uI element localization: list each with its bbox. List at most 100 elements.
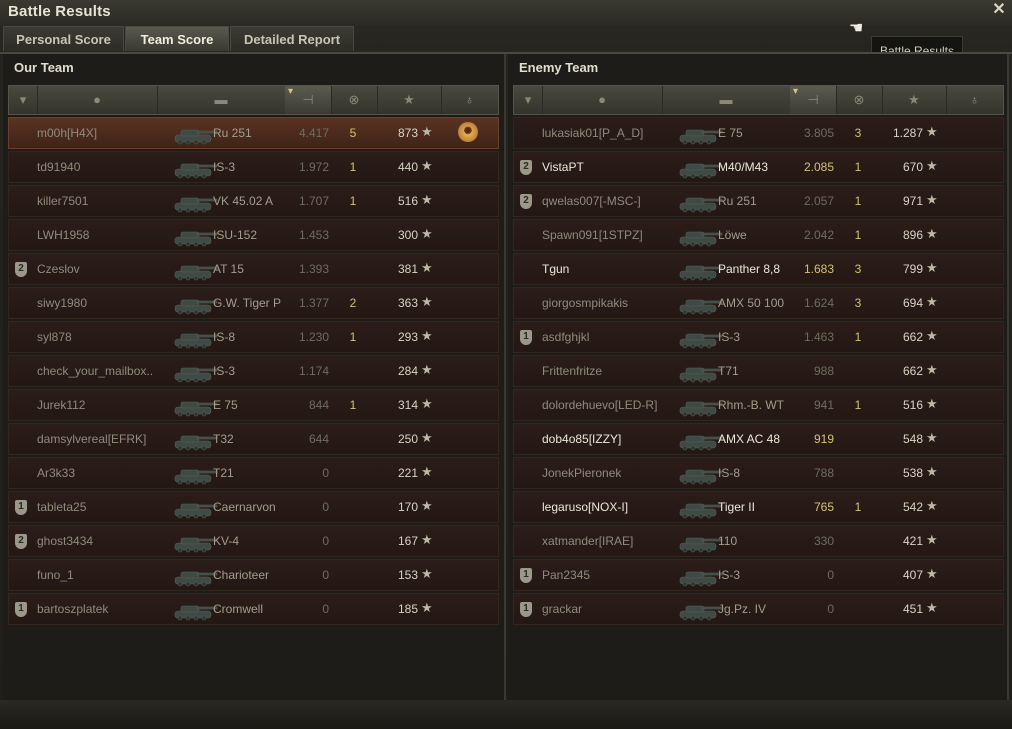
damage-value: 941 bbox=[813, 398, 834, 412]
table-row[interactable]: legaruso[NOX-I] Tiger II 765 1 542 ★ bbox=[513, 491, 1004, 523]
damage-value: 788 bbox=[813, 466, 834, 480]
star-icon: ★ bbox=[926, 124, 938, 139]
our-team-title: Our Team bbox=[14, 60, 74, 75]
player-header-icon[interactable]: ● bbox=[37, 86, 158, 114]
star-icon: ★ bbox=[421, 226, 433, 241]
table-row[interactable]: 1 Pan2345 IS-3 0 407 ★ bbox=[513, 559, 1004, 591]
tank-silhouette-icon bbox=[174, 605, 218, 621]
kills-header-icon[interactable]: ⊗ bbox=[836, 86, 883, 114]
table-row[interactable]: damsylvereal[EFRK] T32 644 250 ★ bbox=[8, 423, 499, 455]
table-row[interactable]: siwy1980 G.W. Tiger P 1.377 2 363 ★ bbox=[8, 287, 499, 319]
table-row[interactable]: Spawn091[1STPZ] Löwe 2.042 1 896 ★ bbox=[513, 219, 1004, 251]
class-badge-icon: 1 bbox=[15, 500, 27, 515]
enemy-team-panel: Enemy Team ▾ ● ▬ ▾ ⊣ ⊗ ★ ♁ lukasiak01[P_A… bbox=[508, 54, 1009, 700]
damage-value: 765 bbox=[813, 500, 834, 514]
table-row[interactable]: dolordehuevo[LED-R] Rhm.-B. WT 941 1 516 ★ bbox=[513, 389, 1004, 421]
table-row[interactable]: 2 Czeslov AT 15 1.393 381 ★ bbox=[8, 253, 499, 285]
kills-value: 1 bbox=[854, 330, 862, 344]
table-row[interactable]: m00h[H4X] Ru 251 4.417 5 873 ★ ✺ bbox=[8, 117, 499, 149]
table-row[interactable]: Jurek112 E 75 844 1 314 ★ bbox=[8, 389, 499, 421]
medal-icon[interactable]: ✺ bbox=[458, 122, 478, 142]
class-badge-icon: 1 bbox=[520, 568, 532, 583]
tank-silhouette-icon bbox=[174, 197, 218, 213]
table-row[interactable]: lukasiak01[P_A_D] E 75 3.805 3 1.287 ★ bbox=[513, 117, 1004, 149]
table-row[interactable]: 2 ghost3434 KV-4 0 167 ★ bbox=[8, 525, 499, 557]
tab-detailed-report[interactable]: Detailed Report bbox=[230, 26, 354, 51]
xp-value: 167 bbox=[397, 534, 418, 548]
enemy-team-header: ▾ ● ▬ ▾ ⊣ ⊗ ★ ♁ bbox=[513, 85, 1004, 115]
xp-value: 250 bbox=[397, 432, 418, 446]
player-name: legaruso[NOX-I] bbox=[542, 500, 629, 514]
star-icon: ★ bbox=[421, 430, 433, 445]
damage-value: 0 bbox=[322, 568, 329, 582]
table-row[interactable]: giorgosmpikakis AMX 50 100 1.624 3 694 ★ bbox=[513, 287, 1004, 319]
player-name: JonekPieronek bbox=[542, 466, 622, 480]
tank-silhouette-icon bbox=[679, 231, 723, 247]
damage-value: 1.377 bbox=[298, 296, 329, 310]
player-name: check_your_mailbox.. bbox=[37, 364, 154, 378]
class-badge-icon: 2 bbox=[15, 534, 27, 549]
tank-silhouette-icon bbox=[174, 231, 218, 247]
star-icon: ★ bbox=[421, 124, 433, 139]
table-row[interactable]: Frittenfritze T71 988 662 ★ bbox=[513, 355, 1004, 387]
battle-results-window: Battle Results ✕ ☚ Battle Results Person… bbox=[0, 0, 1012, 729]
table-row[interactable]: 1 bartoszplatek Cromwell 0 185 ★ bbox=[8, 593, 499, 625]
xp-header-icon[interactable]: ★ bbox=[882, 86, 947, 114]
class-badge-icon: 2 bbox=[520, 194, 532, 209]
star-icon: ★ bbox=[926, 430, 938, 445]
table-row[interactable]: td91940 IS-3 1.972 1 440 ★ bbox=[8, 151, 499, 183]
hand-cursor-icon: ☚ bbox=[849, 20, 864, 37]
damage-value: 1.707 bbox=[298, 194, 329, 208]
badge-header-icon[interactable]: ▾ bbox=[9, 86, 38, 114]
table-row[interactable]: 1 grackar Jg.Pz. IV 0 451 ★ bbox=[513, 593, 1004, 625]
table-row[interactable]: 1 tableta25 Caernarvon 0 170 ★ bbox=[8, 491, 499, 523]
damage-header-icon[interactable]: ▾ ⊣ bbox=[285, 86, 332, 114]
table-row[interactable]: xatmander[IRAE] 110 330 421 ★ bbox=[513, 525, 1004, 557]
star-icon: ★ bbox=[926, 362, 938, 377]
player-name: Frittenfritze bbox=[542, 364, 603, 378]
tank-silhouette-icon bbox=[174, 299, 218, 315]
star-icon: ★ bbox=[421, 260, 433, 275]
player-name: grackar bbox=[542, 602, 583, 616]
table-row[interactable]: Ar3k33 T21 0 221 ★ bbox=[8, 457, 499, 489]
table-row[interactable]: JonekPieronek IS-8 788 538 ★ bbox=[513, 457, 1004, 489]
table-row[interactable]: LWH1958 ISU-152 1.453 300 ★ bbox=[8, 219, 499, 251]
damage-value: 1.624 bbox=[803, 296, 834, 310]
tank-header-icon[interactable]: ▬ bbox=[662, 86, 791, 114]
xp-value: 451 bbox=[902, 602, 923, 616]
star-icon: ★ bbox=[926, 396, 938, 411]
table-row[interactable]: 2 qwelas007[-MSC-] Ru 251 2.057 1 971 ★ bbox=[513, 185, 1004, 217]
kills-header-icon[interactable]: ⊗ bbox=[331, 86, 378, 114]
xp-header-icon[interactable]: ★ bbox=[377, 86, 442, 114]
player-name: funo_1 bbox=[37, 568, 74, 582]
badge-header-icon[interactable]: ▾ bbox=[514, 86, 543, 114]
damage-value: 0 bbox=[322, 500, 329, 514]
player-header-icon[interactable]: ● bbox=[542, 86, 663, 114]
star-icon: ★ bbox=[926, 498, 938, 513]
star-icon: ★ bbox=[926, 566, 938, 581]
table-row[interactable]: 1 asdfghjkl IS-3 1.463 1 662 ★ bbox=[513, 321, 1004, 353]
kills-value: 3 bbox=[854, 126, 862, 140]
close-icon[interactable]: ✕ bbox=[990, 1, 1008, 19]
star-icon: ★ bbox=[421, 362, 433, 377]
star-icon: ★ bbox=[421, 566, 433, 581]
table-row[interactable]: check_your_mailbox.. IS-3 1.174 284 ★ bbox=[8, 355, 499, 387]
player-name: tableta25 bbox=[37, 500, 87, 514]
table-row[interactable]: Tgun Panther 8,8 1.683 3 799 ★ bbox=[513, 253, 1004, 285]
damage-header-icon[interactable]: ▾ ⊣ bbox=[790, 86, 837, 114]
table-row[interactable]: syl878 IS-8 1.230 1 293 ★ bbox=[8, 321, 499, 353]
our-team-header: ▾ ● ▬ ▾ ⊣ ⊗ ★ ♁ bbox=[8, 85, 499, 115]
table-row[interactable]: killer7501 VK 45.02 A 1.707 1 516 ★ bbox=[8, 185, 499, 217]
star-icon: ★ bbox=[926, 192, 938, 207]
table-row[interactable]: 2 VistaPT M40/M43 2.085 1 670 ★ bbox=[513, 151, 1004, 183]
medal-header-icon[interactable]: ♁ bbox=[441, 86, 498, 114]
table-row[interactable]: funo_1 Charioteer 0 153 ★ bbox=[8, 559, 499, 591]
damage-value: 1.174 bbox=[298, 364, 329, 378]
tab-team-score[interactable]: Team Score bbox=[125, 26, 229, 51]
tank-header-icon[interactable]: ▬ bbox=[157, 86, 286, 114]
tab-personal-score[interactable]: Personal Score bbox=[3, 26, 124, 51]
damage-value: 4.417 bbox=[298, 126, 329, 140]
table-row[interactable]: dob4o85[IZZY] AMX AC 48 919 548 ★ bbox=[513, 423, 1004, 455]
medal-header-icon[interactable]: ♁ bbox=[946, 86, 1003, 114]
star-icon: ★ bbox=[421, 396, 433, 411]
